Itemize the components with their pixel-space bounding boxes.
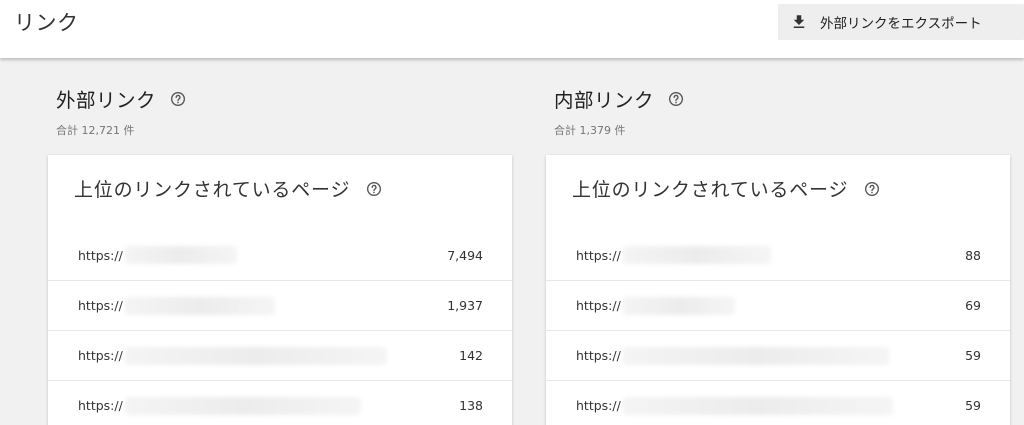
- redacted-url: [622, 296, 735, 315]
- top-bar: リンク 外部リンクをエクスポート: [0, 0, 1024, 58]
- redacted-url: [622, 396, 893, 415]
- help-icon[interactable]: [864, 181, 880, 197]
- table-row[interactable]: https:// 69: [546, 280, 1010, 330]
- redacted-url: [124, 346, 387, 365]
- help-icon[interactable]: [366, 181, 382, 197]
- table-row[interactable]: https:// 59: [546, 380, 1010, 425]
- redacted-url: [124, 296, 275, 315]
- row-count: 88: [965, 247, 981, 263]
- table-row[interactable]: https:// 142: [48, 330, 512, 380]
- internal-links-total: 合計 1,379 件: [554, 124, 626, 137]
- row-url: https://: [576, 247, 621, 263]
- table-row[interactable]: https:// 88: [546, 230, 1010, 280]
- table-row[interactable]: https:// 138: [48, 380, 512, 425]
- row-count: 59: [965, 398, 981, 413]
- redacted-url: [622, 246, 771, 264]
- internal-top-linked-pages-card: 上位のリンクされているページ https:// 88 https:// 69 h…: [546, 155, 1010, 425]
- table-row[interactable]: https:// 59: [546, 330, 1010, 380]
- row-url: https://: [78, 298, 123, 313]
- external-links-section: 外部リンク 合計 12,721 件: [56, 84, 526, 138]
- table-row[interactable]: https:// 1,937: [48, 280, 512, 330]
- internal-links-title: 内部リンク: [554, 89, 655, 112]
- external-link-list: https:// 7,494 https:// 1,937 https:// 1…: [48, 230, 512, 425]
- row-count: 1,937: [447, 298, 483, 313]
- external-links-title: 外部リンク: [56, 89, 157, 112]
- card-title: 上位のリンクされているページ: [74, 179, 351, 201]
- page-title: リンク: [14, 11, 79, 35]
- table-row[interactable]: https:// 7,494: [48, 230, 512, 280]
- row-url: https://: [576, 398, 621, 413]
- card-title: 上位のリンクされているページ: [572, 179, 849, 201]
- row-url: https://: [78, 348, 123, 363]
- row-url: https://: [576, 298, 621, 313]
- row-count: 7,494: [447, 247, 483, 263]
- row-url: https://: [576, 348, 621, 363]
- help-icon[interactable]: [668, 91, 684, 107]
- help-icon[interactable]: [170, 91, 186, 107]
- row-url: https://: [78, 247, 123, 263]
- redacted-url: [124, 246, 237, 264]
- redacted-url: [622, 346, 889, 365]
- row-count: 69: [965, 298, 981, 313]
- row-count: 142: [459, 348, 483, 363]
- row-count: 59: [965, 348, 981, 363]
- download-icon: [790, 13, 808, 31]
- external-links-total: 合計 12,721 件: [56, 124, 135, 137]
- export-button-label: 外部リンクをエクスポート: [820, 16, 982, 32]
- internal-links-section: 内部リンク 合計 1,379 件: [554, 84, 1024, 138]
- export-external-links-button[interactable]: 外部リンクをエクスポート: [778, 4, 1024, 40]
- external-top-linked-pages-card: 上位のリンクされているページ https:// 7,494 https:// 1…: [48, 155, 512, 425]
- row-count: 138: [459, 398, 483, 413]
- row-url: https://: [78, 398, 123, 413]
- redacted-url: [124, 396, 361, 415]
- internal-link-list: https:// 88 https:// 69 https:// 59 http…: [546, 230, 1010, 425]
